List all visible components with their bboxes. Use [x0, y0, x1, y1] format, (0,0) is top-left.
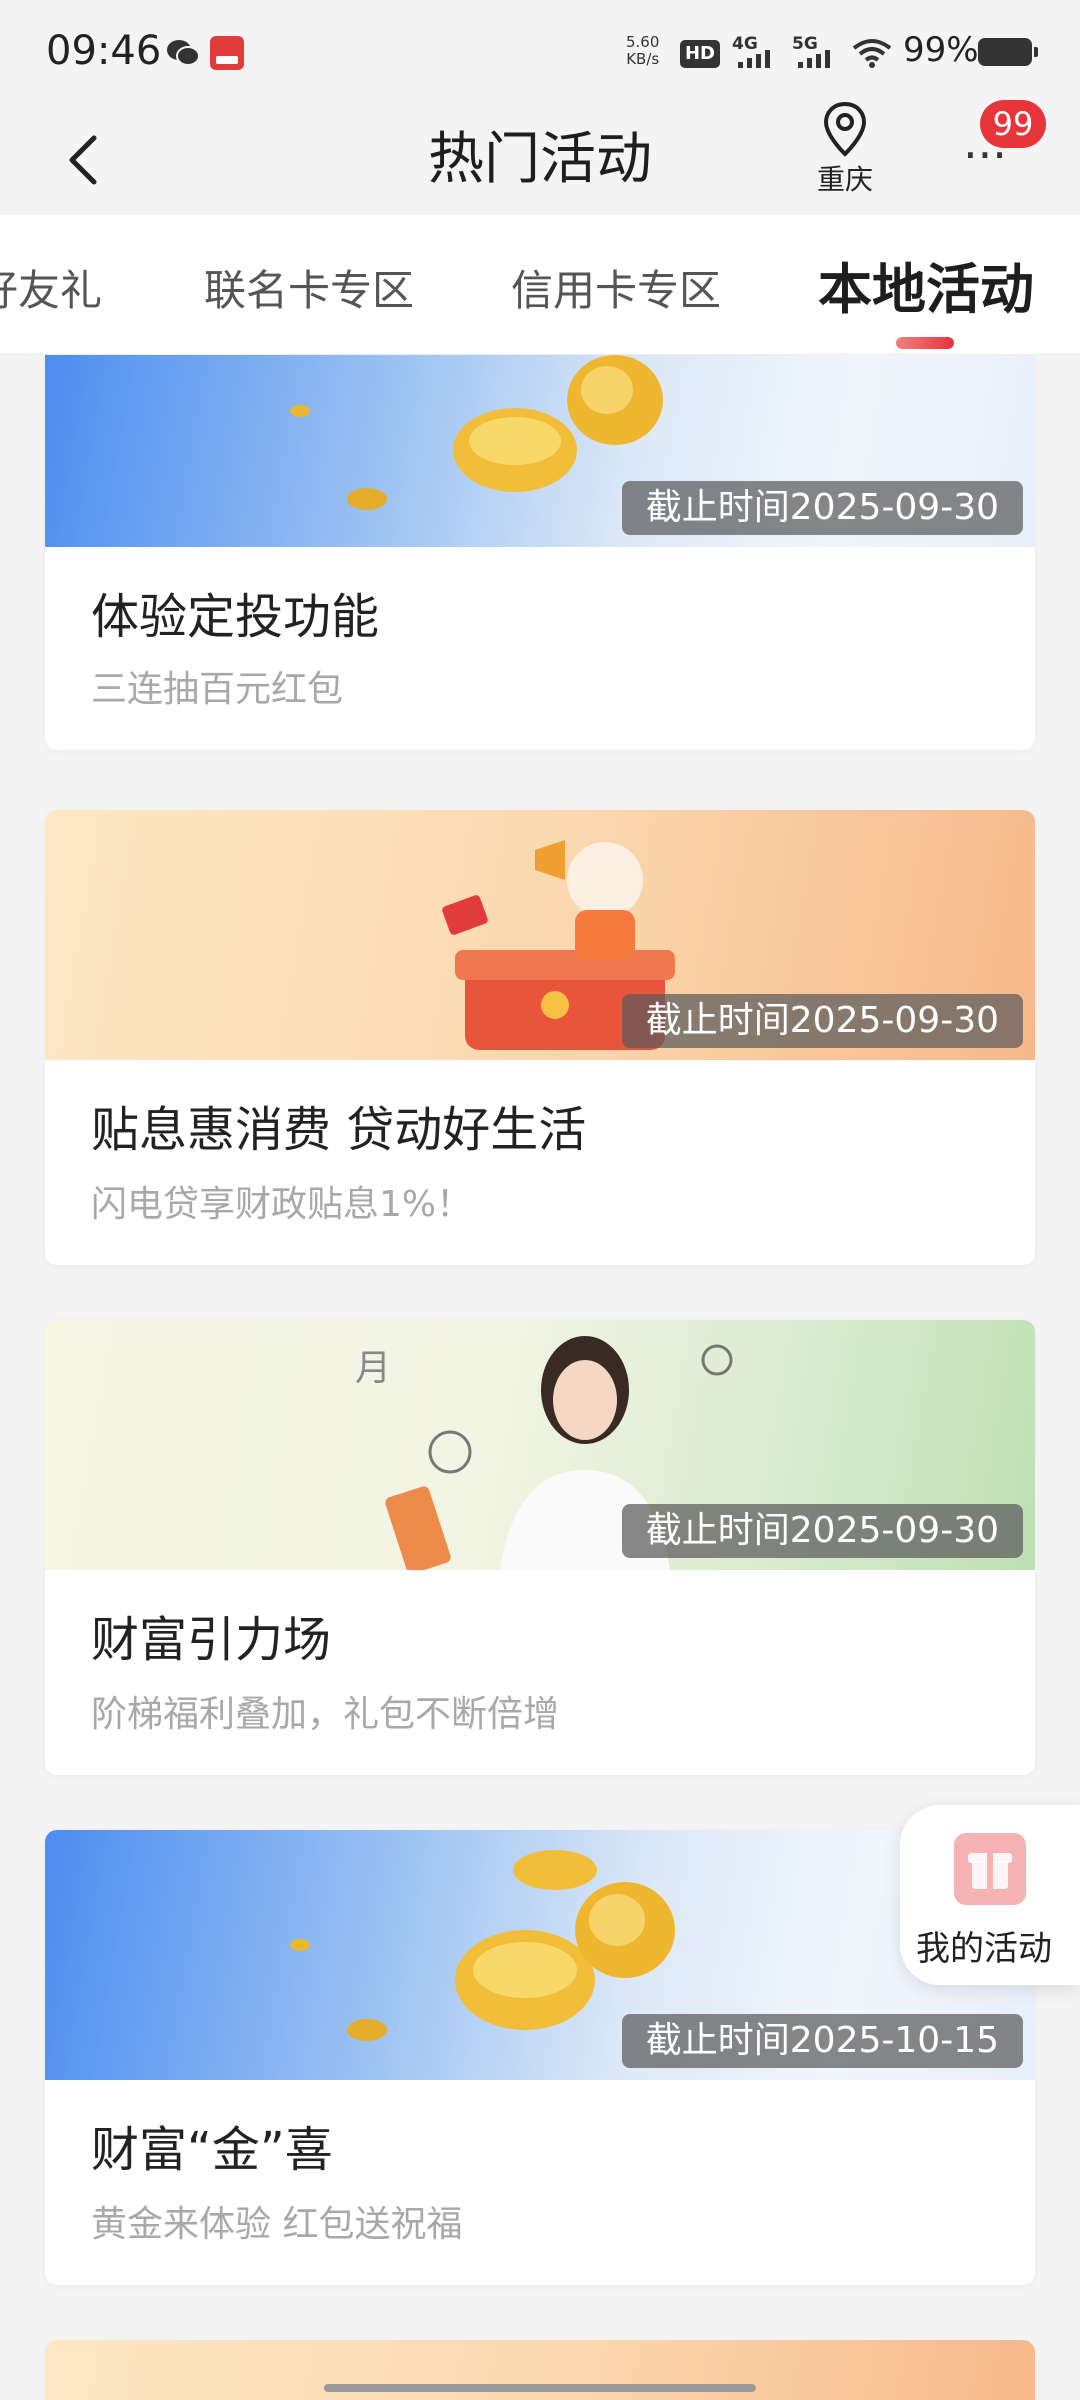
activity-list: 截止时间2025-09-30 体验定投功能 三连抽百元红包 截止时间2025-0…	[0, 355, 1080, 2400]
status-bar: 09:46 5.60 KB/s HD 4G 5G 99%	[0, 0, 1080, 100]
tab-co-brand-card[interactable]: 联名卡专区	[204, 257, 414, 318]
tab-local-activities[interactable]: 本地活动	[818, 245, 1034, 324]
location-label: 重庆	[816, 163, 873, 196]
activity-title: 财富“金”喜	[91, 2122, 333, 2178]
top-bar: 热门活动 重庆 ... 99	[0, 100, 1080, 215]
wechat-icon	[167, 40, 200, 66]
location-selector[interactable]: 重庆	[800, 100, 890, 200]
active-tab-indicator	[896, 337, 954, 349]
activity-banner-image: 月 截止时间2025-09-30	[45, 1320, 1035, 1570]
deadline-label: 截止时间2025-09-30	[621, 994, 1023, 1048]
my-activities-button[interactable]: 我的活动	[900, 1805, 1080, 1985]
wifi-icon	[852, 39, 892, 68]
category-tabs: 好友礼 联名卡专区 信用卡专区 本地活动	[0, 215, 1080, 355]
activity-subtitle: 黄金来体验 红包送祝福	[91, 2204, 463, 2245]
signal-5g-icon: 5G	[792, 34, 844, 70]
page: 09:46 5.60 KB/s HD 4G 5G 99% 热门活动 重庆 ...…	[0, 0, 1080, 2400]
activity-card[interactable]: 截止时间2025-09-30 体验定投功能 三连抽百元红包	[45, 355, 1035, 750]
signal-4g-icon: 4G	[732, 34, 784, 70]
activity-card[interactable]: 月 截止时间2025-09-30 财富引力场 阶梯福利叠加，礼包不断倍增	[45, 1320, 1035, 1775]
activity-subtitle: 阶梯福利叠加，礼包不断倍增	[91, 1694, 560, 1735]
battery-icon	[978, 38, 1038, 66]
activity-subtitle: 闪电贷享财政贴息1%！	[91, 1184, 473, 1225]
home-indicator[interactable]	[324, 2384, 756, 2392]
deadline-label: 截止时间2025-09-30	[621, 1504, 1023, 1558]
page-title: 热门活动	[428, 127, 652, 192]
activity-banner-image: 截止时间2025-09-30	[45, 355, 1035, 547]
net-speed-value: 5.60	[626, 33, 660, 51]
activity-card[interactable]: 截止时间2025-09-30 贴息惠消费 贷动好生活 闪电贷享财政贴息1%！	[45, 810, 1035, 1265]
activity-title: 贴息惠消费 贷动好生活	[91, 1102, 587, 1158]
my-activities-label: 我的活动	[916, 1929, 1052, 1969]
activity-subtitle: 三连抽百元红包	[91, 669, 344, 710]
hd-icon: HD	[680, 40, 720, 68]
activity-banner-image: 截止时间2025-10-15	[45, 1830, 1035, 2080]
net-speed: 5.60 KB/s	[626, 34, 659, 68]
svg-text:月: 月	[355, 1348, 391, 1389]
net-speed-unit: KB/s	[626, 50, 660, 68]
activity-card[interactable]: 截止时间2025-10-15 财富“金”喜 黄金来体验 红包送祝福	[45, 1830, 1035, 2285]
tab-credit-card[interactable]: 信用卡专区	[511, 257, 721, 318]
gift-icon	[954, 1833, 1026, 1905]
tab-friend-gift[interactable]: 好友礼	[0, 257, 102, 318]
status-time: 09:46	[46, 28, 162, 74]
app-notification-icon	[210, 36, 244, 70]
location-pin-icon	[823, 101, 867, 157]
activity-banner-image: 截止时间2025-09-30	[45, 810, 1035, 1060]
battery-percent: 99%	[903, 30, 979, 70]
activity-title: 体验定投功能	[91, 589, 380, 645]
activity-title: 财富引力场	[91, 1612, 332, 1668]
message-badge: 99	[980, 100, 1046, 148]
deadline-label: 截止时间2025-09-30	[621, 481, 1023, 535]
deadline-label: 截止时间2025-10-15	[621, 2014, 1023, 2068]
